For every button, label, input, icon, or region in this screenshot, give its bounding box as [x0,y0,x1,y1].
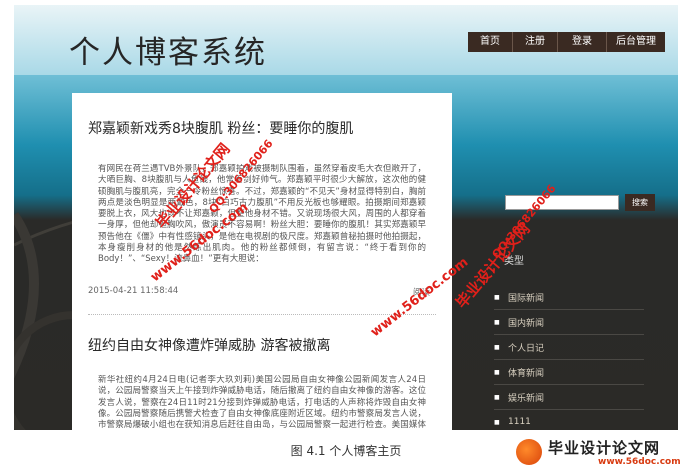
post-title[interactable]: 郑嘉颖新戏秀8块腹肌 粉丝：要睡你的腹肌 [88,118,436,138]
site-title: 个人博客系统 [69,35,267,71]
read-more-link[interactable]: 阅读 [413,286,430,298]
category-item[interactable]: ■ 1111 [494,410,644,430]
category-list: ■ 国际新闻 ■ 国内新闻 ■ 个人日记 ■ 体育新闻 ■ 娱乐新闻 ■ 1111 [494,285,644,430]
bullet-icon: ■ [494,418,500,426]
nav-login[interactable]: 登录 [557,32,606,52]
category-item[interactable]: ■ 国内新闻 [494,310,644,335]
post-date: 2015-04-21 11:58:44 [88,286,179,296]
category-label: 娱乐新闻 [508,393,545,404]
bullet-icon: ■ [494,343,500,351]
post-item: 郑嘉颖新戏秀8块腹肌 粉丝：要睡你的腹肌 有网民在荷兰遇TVB外景队，郑嘉颖拍戏… [72,118,452,315]
search-button[interactable]: 搜索 [625,194,655,211]
post-divider [88,314,436,315]
post-excerpt: 新华社纽约4月24日电(记者李大玖刘莉)美国公园局自由女神像公园新闻发言人24日… [98,375,426,430]
category-label: 个人日记 [508,343,545,354]
blog-screenshot: 个人博客系统 首页 注册 登录 后台管理 郑嘉颖新戏秀8块腹肌 粉丝：要睡你的腹… [14,5,678,430]
nav-admin[interactable]: 后台管理 [606,32,665,52]
post-excerpt: 有网民在荷兰遇TVB外景队，郑嘉颖拍戏被摄制队围着，虽然穿着皮毛大衣但敞开了，大… [98,164,426,265]
bullet-icon: ■ [494,393,500,401]
logo-name: 毕业设计论文网 [548,439,661,457]
bullet-icon: ■ [494,293,500,301]
category-item[interactable]: ■ 国际新闻 [494,285,644,310]
category-label: 国际新闻 [508,293,545,304]
category-heading: 类型 [504,256,524,267]
post-title[interactable]: 纽约自由女神像遭炸弹威胁 游客被撤离 [88,335,436,355]
search-input[interactable] [505,195,619,210]
category-label: 1111 [508,417,531,427]
post-meta: 2015-04-21 11:58:44 阅读 [88,286,436,298]
nav-register[interactable]: 注册 [512,32,557,52]
logo-url: www.56doc.com [598,457,681,467]
category-item[interactable]: ■ 个人日记 [494,335,644,360]
category-label: 国内新闻 [508,318,545,329]
category-label: 体育新闻 [508,368,545,379]
bullet-icon: ■ [494,368,500,376]
category-item[interactable]: ■ 体育新闻 [494,360,644,385]
top-nav: 首页 注册 登录 后台管理 [468,32,665,52]
post-item: 纽约自由女神像遭炸弹威胁 游客被撤离 新华社纽约4月24日电(记者李大玖刘莉)美… [72,335,452,430]
logo-icon [516,439,542,465]
post-list: 郑嘉颖新戏秀8块腹肌 粉丝：要睡你的腹肌 有网民在荷兰遇TVB外景队，郑嘉颖拍戏… [72,93,452,430]
category-item[interactable]: ■ 娱乐新闻 [494,385,644,410]
nav-home[interactable]: 首页 [468,32,512,52]
bullet-icon: ■ [494,318,500,326]
site-logo: 毕业设计论文网 www.56doc.com [516,436,686,470]
